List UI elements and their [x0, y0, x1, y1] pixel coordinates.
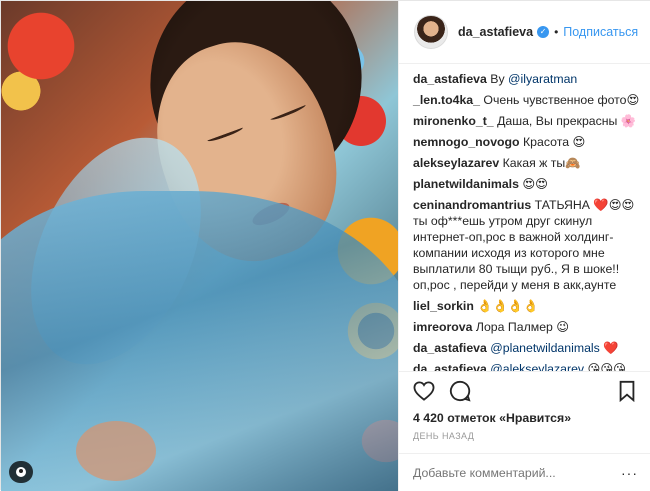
comment-item: alekseylazarev Какая ж ты🙈	[413, 155, 641, 171]
instagram-post: da_astafieva ✓ • Подписаться da_astafiev…	[0, 0, 650, 491]
likes-count[interactable]: 4 420 отметок «Нравится»	[413, 411, 571, 425]
comment-text: Какая ж ты🙈	[502, 156, 581, 170]
comment-text: 👌👌👌👌	[477, 299, 539, 313]
comment-mention[interactable]: @planetwildanimals	[490, 341, 600, 355]
post-header: da_astafieva ✓ • Подписаться	[399, 1, 650, 64]
comment-username[interactable]: liel_sorkin	[413, 299, 474, 313]
post-sidebar: da_astafieva ✓ • Подписаться da_astafiev…	[398, 1, 650, 491]
add-comment-input[interactable]	[413, 465, 613, 480]
heart-icon[interactable]	[413, 380, 435, 402]
add-comment-bar: ···	[399, 453, 650, 491]
comment-bubble-icon[interactable]	[449, 380, 471, 402]
comment-username[interactable]: imreorova	[413, 320, 472, 334]
comments-list: da_astafieva By @ilyaratman _len.to4ka_ О…	[399, 64, 650, 371]
comment-mention[interactable]: @alekseylazarev	[490, 362, 584, 371]
comment-item: _len.to4ka_ Очень чувственное фото😍	[413, 92, 641, 108]
header-separator: •	[554, 25, 559, 39]
comment-text: ТАТЬЯНА ❤️😍😍 ты оф***ешь утром друг скин…	[413, 198, 635, 292]
comment-item: nemnogo_novogo Красота 😍	[413, 134, 641, 150]
comment-username[interactable]: nemnogo_novogo	[413, 135, 520, 149]
action-bar	[399, 371, 650, 411]
comment-username[interactable]: alekseylazarev	[413, 156, 499, 170]
user-tag-icon[interactable]	[9, 461, 33, 483]
comment-username[interactable]: _len.to4ka_	[413, 93, 480, 107]
avatar[interactable]	[414, 15, 448, 49]
comment-username[interactable]: da_astafieva	[413, 72, 487, 86]
comment-username[interactable]: ceninandromantrius	[413, 198, 531, 212]
comment-mention[interactable]: @ilyaratman	[508, 72, 577, 86]
comment-text: Очень чувственное фото😍	[483, 93, 640, 107]
comment-text-after: 😘😘😘	[584, 362, 626, 371]
comment-item: da_astafieva @alekseylazarev 😘😘😘	[413, 361, 641, 371]
comment-username[interactable]: planetwildanimals	[413, 177, 519, 191]
post-timestamp[interactable]: ДЕНЬ НАЗАД	[413, 431, 474, 441]
bookmark-icon[interactable]	[616, 380, 638, 402]
comment-item: ceninandromantrius ТАТЬЯНА ❤️😍😍 ты оф***…	[413, 197, 641, 293]
photo-hand	[76, 421, 156, 481]
header-username[interactable]: da_astafieva	[458, 25, 533, 39]
photo-fabric	[1, 191, 398, 491]
comment-item: liel_sorkin 👌👌👌👌	[413, 298, 641, 314]
comment-text: 😍😍	[522, 177, 548, 191]
comment-username[interactable]: da_astafieva	[413, 362, 487, 371]
comment-item: da_astafieva @planetwildanimals ❤️	[413, 340, 641, 356]
more-options-icon[interactable]: ···	[621, 465, 638, 481]
comment-item: mironenko_t_ Даша, Вы прекрасны 🌸	[413, 113, 641, 129]
verified-badge-icon: ✓	[537, 26, 550, 38]
comment-text: By	[490, 72, 509, 86]
follow-button[interactable]: Подписаться	[563, 25, 638, 39]
comment-text: Красота 😍	[523, 135, 586, 149]
comment-username[interactable]: da_astafieva	[413, 341, 487, 355]
comment-item: imreorova Лора Палмер 😉	[413, 319, 641, 335]
comment-text: Даша, Вы прекрасны 🌸	[497, 114, 637, 128]
post-photo[interactable]	[1, 1, 398, 491]
comment-item: planetwildanimals 😍😍	[413, 176, 641, 192]
comment-text-after: ❤️	[599, 341, 619, 355]
comment-text: Лора Палмер 😉	[475, 320, 570, 334]
comment-item: da_astafieva By @ilyaratman	[413, 71, 641, 87]
comment-username[interactable]: mironenko_t_	[413, 114, 494, 128]
